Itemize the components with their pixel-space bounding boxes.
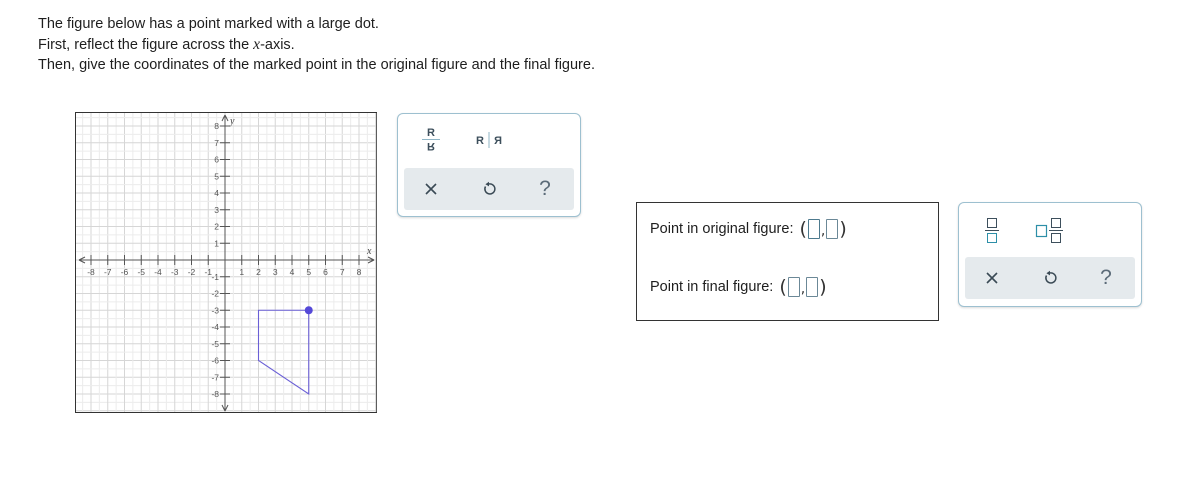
reflect-horizontal-left-letter: R [476, 135, 484, 147]
graph-canvas[interactable]: -8 -7 -6 -5 -4 -3 -2 -1 1 2 3 4 5 6 7 887654321-1-2-3-4… [75, 112, 377, 413]
x-axis-label: x [366, 246, 372, 257]
reflect-across-x-axis-button[interactable]: R R [416, 124, 446, 158]
y-tick-label: -7 [211, 372, 219, 382]
y-tick-label: 8 [214, 121, 219, 131]
reflect-horizontal-right-letter: R [494, 135, 502, 147]
close-icon [986, 272, 998, 284]
y-tick-label: -5 [211, 339, 219, 349]
original-point-row: Point in original figure: ( , ) [650, 218, 847, 240]
comma: , [800, 281, 806, 297]
x-tick-label: 1 [239, 267, 244, 277]
help-button[interactable]: ? [528, 175, 562, 203]
x-tick-label: 7 [340, 267, 345, 277]
undo-button[interactable] [472, 175, 506, 203]
original-point-label: Point in original figure: [650, 221, 794, 237]
y-tick-label: -2 [211, 289, 219, 299]
tool-action-strip: ? [404, 168, 574, 210]
coordinate-graph[interactable]: -8 -7 -6 -5 -4 -3 -2 -1 1 2 3 4 5 6 7 8 8 7 6 5 4 3 2 1 -1 -2 -3 -4… [75, 112, 377, 413]
instruction-line-3: Then, give the coordinates of the marked… [38, 57, 595, 73]
math-clear-button[interactable] [975, 264, 1009, 292]
instruction-line-2-prefix: First, reflect the figure across the [38, 36, 254, 53]
x-tick-label: -7 [104, 267, 112, 277]
graph-border [75, 112, 377, 413]
help-icon: ? [1100, 266, 1112, 289]
math-help-button[interactable]: ? [1089, 264, 1123, 292]
reflect-vertical-bottom-letter: R [427, 140, 435, 152]
y-tick-label: -4 [211, 322, 219, 332]
open-paren: ( [779, 276, 787, 298]
x-tick-label: 8 [357, 267, 362, 277]
y-tick-label: -1 [211, 272, 219, 282]
help-icon: ? [539, 177, 551, 200]
y-tick-label: -6 [211, 356, 219, 366]
open-paren: ( [799, 218, 807, 240]
y-axis-label: y [229, 116, 235, 127]
fraction-button[interactable] [979, 215, 1005, 245]
fraction-icon [985, 218, 999, 243]
y-tick-label: 1 [214, 238, 219, 248]
x-tick-label: -4 [154, 267, 162, 277]
original-point-coordinate: ( , ) [799, 218, 846, 240]
x-tick-label: 4 [290, 267, 295, 277]
math-action-strip: ? [965, 257, 1135, 299]
y-tick-label: 4 [214, 188, 219, 198]
math-input-toolbar: ? [958, 202, 1142, 307]
instruction-line-2: First, reflect the figure across the x-a… [38, 35, 595, 56]
x-tick-label: -2 [188, 267, 196, 277]
close-paren: ) [819, 276, 827, 298]
transformation-toolbar: R R R R ? [397, 113, 581, 217]
comma: , [820, 223, 826, 239]
final-point-coordinate: ( , ) [779, 276, 826, 298]
original-x-input[interactable] [807, 219, 820, 239]
undo-icon [484, 181, 496, 195]
reflect-vertical-top-letter: R [427, 127, 435, 139]
y-tick-label: 7 [214, 138, 219, 148]
x-tick-label: 6 [323, 267, 328, 277]
close-icon [425, 183, 437, 195]
y-tick-label: 6 [214, 155, 219, 165]
mixed-number-button[interactable] [1033, 215, 1067, 245]
y-tick-label: 2 [214, 222, 219, 232]
close-paren: ) [839, 218, 847, 240]
final-x-input[interactable] [787, 277, 800, 297]
x-tick-label: -5 [137, 267, 145, 277]
clear-button[interactable] [414, 175, 448, 203]
answer-box: Point in original figure: ( , ) Point in… [636, 202, 939, 321]
instructions: The figure below has a point marked with… [38, 14, 595, 76]
undo-icon [1045, 270, 1057, 284]
reflect-across-y-axis-button[interactable]: R R [470, 128, 508, 152]
instruction-line-2-suffix: -axis. [260, 36, 295, 53]
x-tick-label: -6 [121, 267, 129, 277]
y-tick-label: -8 [211, 389, 219, 399]
reflect-horizontal-icon: R R [476, 132, 502, 148]
math-undo-button[interactable] [1033, 264, 1067, 292]
marked-point[interactable] [304, 306, 313, 315]
final-point-label: Point in final figure: [650, 279, 774, 295]
reflect-vertical-icon: R R [422, 127, 440, 152]
x-tick-label: 2 [256, 267, 261, 277]
y-tick-label: 5 [214, 171, 219, 181]
final-y-input[interactable] [806, 277, 819, 297]
x-tick-label: -8 [87, 267, 95, 277]
original-y-input[interactable] [826, 219, 839, 239]
instruction-line-1: The figure below has a point marked with… [38, 16, 379, 32]
y-tick-label: -3 [211, 305, 219, 315]
mixed-number-icon [1035, 218, 1063, 243]
x-tick-label: 5 [306, 267, 311, 277]
y-tick-label: 3 [214, 205, 219, 215]
x-tick-label: -3 [171, 267, 179, 277]
x-tick-label: 3 [273, 267, 278, 277]
final-point-row: Point in final figure: ( , ) [650, 276, 827, 298]
